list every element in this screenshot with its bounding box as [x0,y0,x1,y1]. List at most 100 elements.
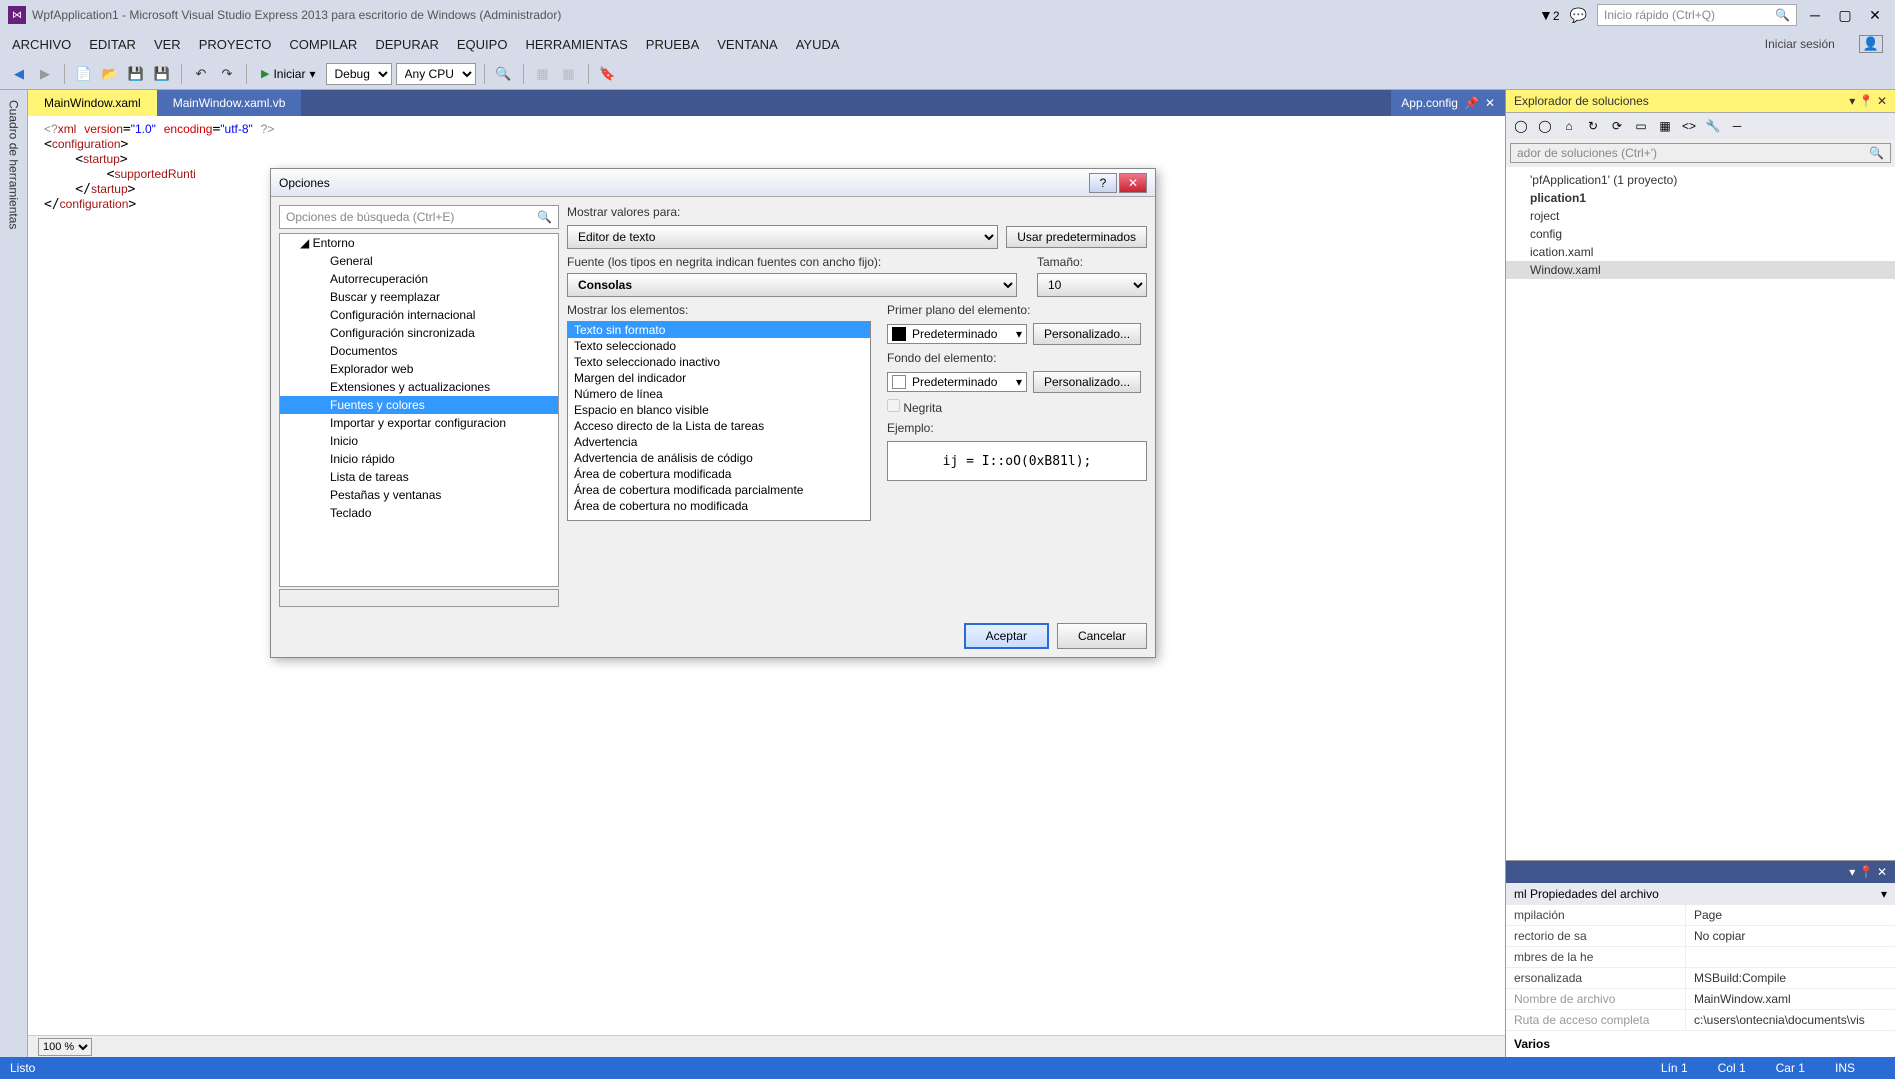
sign-in-link[interactable]: Iniciar sesión [1765,37,1835,51]
prop-value[interactable]: Page [1686,905,1895,925]
uncomment-icon[interactable]: ▦ [558,63,580,85]
forward-icon[interactable]: ◯ [1536,117,1554,135]
zoom-select[interactable]: 100 % [38,1038,92,1056]
tree-item[interactable]: General [280,252,558,270]
menu-editar[interactable]: EDITAR [89,37,136,52]
list-item[interactable]: Margen del indicador [568,370,870,386]
sync-icon[interactable]: ↻ [1584,117,1602,135]
refresh-icon[interactable]: ⟳ [1608,117,1626,135]
menu-ventana[interactable]: VENTANA [717,37,777,52]
close-icon[interactable]: ✕ [1877,865,1887,879]
tree-application-xaml[interactable]: ication.xaml [1506,243,1895,261]
prop-value[interactable] [1686,947,1895,967]
prop-value[interactable]: No copiar [1686,926,1895,946]
tree-item[interactable]: Buscar y reemplazar [280,288,558,306]
options-search-input[interactable]: Opciones de búsqueda (Ctrl+E) 🔍 [279,205,559,229]
pin-icon[interactable]: 📌 [1464,96,1479,110]
foreground-color-select[interactable]: Predeterminado▾ [887,324,1027,344]
close-button[interactable]: ✕ [1863,5,1887,25]
list-item[interactable]: Área de cobertura modificada [568,466,870,482]
toolbox-sidebar[interactable]: Cuadro de herramientas [0,90,28,1057]
list-item[interactable]: Acceso directo de la Lista de tareas [568,418,870,434]
list-item[interactable]: Texto seleccionado [568,338,870,354]
tab-app-config[interactable]: App.config 📌 ✕ [1391,90,1505,116]
list-item[interactable]: Texto sin formato [568,322,870,338]
tree-item[interactable]: Importar y exportar configuracion [280,414,558,432]
tree-item[interactable]: Extensiones y actualizaciones [280,378,558,396]
tree-item[interactable]: Configuración internacional [280,306,558,324]
comment-icon[interactable]: ▦ [532,63,554,85]
dropdown-icon[interactable]: ▾ [1849,865,1855,879]
properties-grid[interactable]: mpilaciónPage rectorio de saNo copiar mb… [1506,905,1895,1057]
bookmark-icon[interactable]: 🔖 [597,63,619,85]
tab-mainwindow-xaml-vb[interactable]: MainWindow.xaml.vb [157,90,302,116]
collapse-icon[interactable]: ▭ [1632,117,1650,135]
display-items-listbox[interactable]: Texto sin formato Texto seleccionado Tex… [567,321,871,521]
background-custom-button[interactable]: Personalizado... [1033,371,1141,393]
user-icon[interactable]: 👤 [1859,35,1883,53]
start-debug-button[interactable]: ▶ Iniciar ▾ [255,63,322,85]
save-icon[interactable]: 💾 [125,63,147,85]
tree-category-entorno[interactable]: ◢ Entorno [280,234,558,252]
dropdown-icon[interactable]: ▾ [1849,94,1855,108]
tree-item[interactable]: Configuración sincronizada [280,324,558,342]
solution-search-input[interactable]: ador de soluciones (Ctrl+') 🔍 [1510,143,1891,163]
close-icon[interactable]: ✕ [1877,94,1887,108]
ok-button[interactable]: Aceptar [964,623,1049,649]
chevron-down-icon[interactable]: ▾ [1881,887,1887,901]
tree-solution[interactable]: 'pfApplication1' (1 proyecto) [1506,171,1895,189]
menu-ver[interactable]: VER [154,37,181,52]
list-item[interactable]: Advertencia de análisis de código [568,450,870,466]
redo-icon[interactable]: ↷ [216,63,238,85]
tree-item[interactable]: Teclado [280,504,558,522]
open-icon[interactable]: 📂 [99,63,121,85]
dialog-close-button[interactable]: ✕ [1119,173,1147,193]
menu-proyecto[interactable]: PROYECTO [199,37,272,52]
tree-item[interactable]: Documentos [280,342,558,360]
tab-mainwindow-xaml[interactable]: MainWindow.xaml [28,90,157,116]
use-defaults-button[interactable]: Usar predeterminados [1006,226,1147,248]
prop-value[interactable]: MSBuild:Compile [1686,968,1895,988]
close-tab-icon[interactable]: ✕ [1485,96,1495,110]
horizontal-scrollbar[interactable] [279,589,559,607]
solution-tree[interactable]: 'pfApplication1' (1 proyecto) plication1… [1506,167,1895,860]
feedback-icon[interactable]: 💬 [1570,7,1587,24]
find-icon[interactable]: 🔍 [493,63,515,85]
nav-back-icon[interactable]: ◀ [8,63,30,85]
tree-item[interactable]: Explorador web [280,360,558,378]
tree-item[interactable]: Lista de tareas [280,468,558,486]
config-select[interactable]: Debug [326,63,392,85]
list-item[interactable]: Área de cobertura no modificada [568,498,870,514]
help-button[interactable]: ? [1089,173,1117,193]
background-color-select[interactable]: Predeterminado▾ [887,372,1027,392]
tree-project[interactable]: plication1 [1506,189,1895,207]
maximize-button[interactable]: ▢ [1833,5,1857,25]
menu-prueba[interactable]: PRUEBA [646,37,699,52]
list-item[interactable]: Advertencia [568,434,870,450]
notifications-icon[interactable]: ▼2 [1539,7,1560,23]
menu-compilar[interactable]: COMPILAR [289,37,357,52]
back-icon[interactable]: ◯ [1512,117,1530,135]
bold-checkbox[interactable]: Negrita [887,399,1147,415]
code-icon[interactable]: <> [1680,117,1698,135]
menu-ayuda[interactable]: AYUDA [796,37,840,52]
tree-item[interactable]: Pestañas y ventanas [280,486,558,504]
pin-icon[interactable]: 📍 [1859,94,1874,108]
menu-equipo[interactable]: EQUIPO [457,37,508,52]
list-item[interactable]: Texto seleccionado inactivo [568,354,870,370]
tree-item[interactable]: Autorrecuperación [280,270,558,288]
tree-item-fuentes-colores[interactable]: Fuentes y colores [280,396,558,414]
size-select[interactable]: 10 [1037,273,1147,297]
tree-appconfig[interactable]: config [1506,225,1895,243]
menu-archivo[interactable]: ARCHIVO [12,37,71,52]
nav-forward-icon[interactable]: ▶ [34,63,56,85]
platform-select[interactable]: Any CPU [396,63,476,85]
save-all-icon[interactable]: 💾 [151,63,173,85]
tree-mainwindow-xaml[interactable]: Window.xaml [1506,261,1895,279]
options-tree[interactable]: ◢ Entorno General Autorrecuperación Busc… [279,233,559,587]
list-item[interactable]: Espacio en blanco visible [568,402,870,418]
new-project-icon[interactable]: 📄 [73,63,95,85]
more-icon[interactable]: ─ [1728,117,1746,135]
properties-icon[interactable]: 🔧 [1704,117,1722,135]
tree-item[interactable]: Inicio [280,432,558,450]
